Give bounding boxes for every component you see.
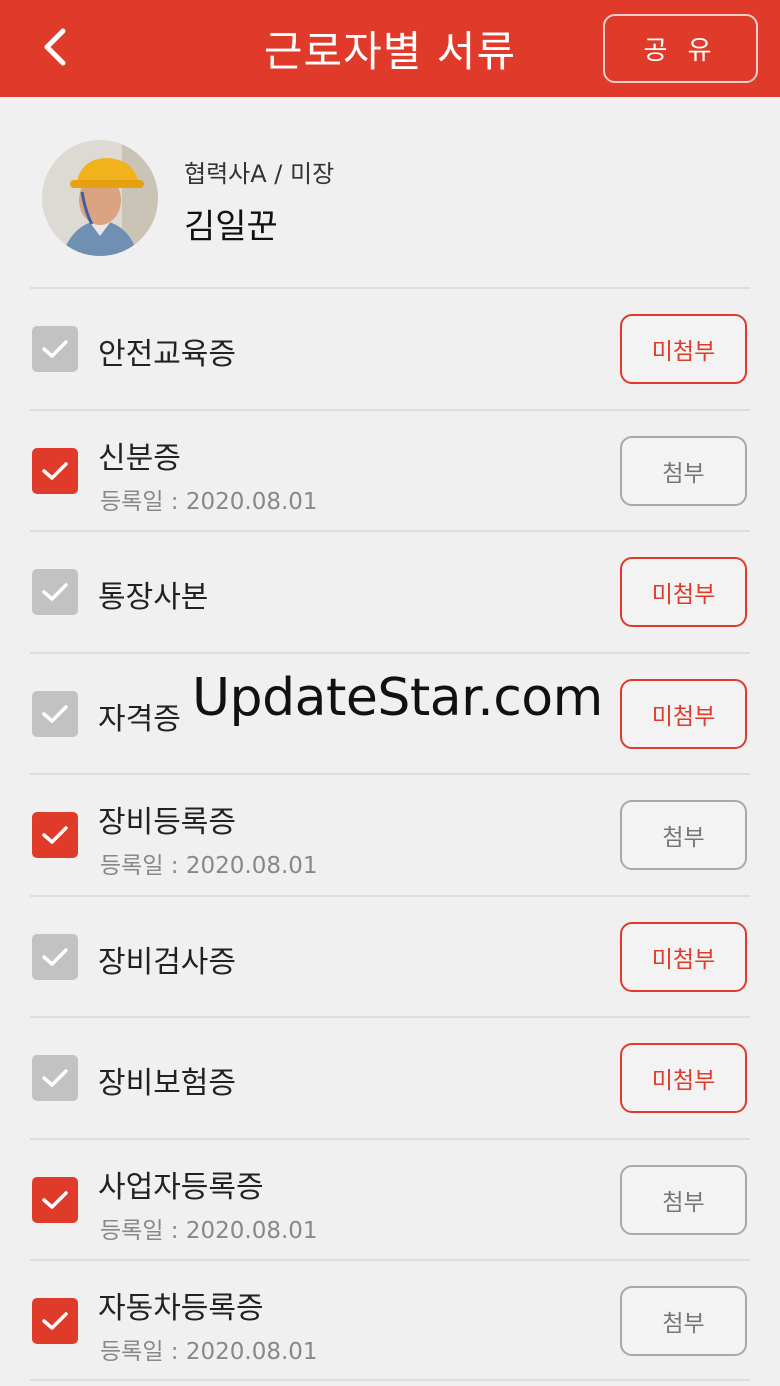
document-title: 장비등록증 xyxy=(98,805,236,840)
document-title: 장비보험증 xyxy=(98,1066,236,1101)
check-icon xyxy=(42,1312,68,1330)
worker-name: 김일꾼 xyxy=(184,207,278,247)
document-title: 사업자등록증 xyxy=(98,1169,264,1205)
document-checkbox[interactable] xyxy=(32,690,78,737)
list-item: 자동차등록증 등록일 : 2020.08.01 첨부 xyxy=(0,1259,780,1381)
list-item: 통장사본 미첨부 xyxy=(0,530,780,652)
document-title: 안전교육증 xyxy=(98,337,236,372)
list-item: 신분증 등록일 : 2020.08.01 첨부 xyxy=(0,408,780,531)
check-icon xyxy=(42,947,68,966)
document-checkbox[interactable] xyxy=(32,1055,78,1101)
check-icon xyxy=(42,1069,68,1087)
list-item: 장비검사증 미첨부 xyxy=(0,894,780,1017)
document-date: 등록일 : 2020.08.01 xyxy=(100,488,318,515)
attach-status-button[interactable]: 미첨부 xyxy=(620,921,747,992)
attach-status-button[interactable]: 첨부 xyxy=(620,1164,747,1235)
document-date: 등록일 : 2020.08.01 xyxy=(100,1217,318,1244)
avatar xyxy=(42,140,158,256)
document-checkbox[interactable] xyxy=(32,933,78,980)
check-icon xyxy=(42,461,68,480)
document-checkbox[interactable] xyxy=(32,569,78,615)
worker-org-role: 협력사A / 미장 xyxy=(184,160,335,188)
chevron-left-icon xyxy=(44,28,66,66)
attach-status-button[interactable]: 미첨부 xyxy=(620,314,747,384)
attach-status-button[interactable]: 첨부 xyxy=(620,800,747,870)
document-title: 통장사본 xyxy=(98,580,209,615)
document-date: 등록일 : 2020.08.01 xyxy=(100,853,318,879)
attach-status-button[interactable]: 미첨부 xyxy=(620,678,747,749)
document-checkbox[interactable] xyxy=(32,1176,78,1223)
worker-profile: 협력사A / 미장 김일꾼 xyxy=(0,98,780,288)
app-header: 근로자별 서류 공 유 xyxy=(0,0,780,97)
attach-status-button[interactable]: 첨부 xyxy=(620,435,747,506)
watermark-text: UpdateStar.com xyxy=(192,668,603,728)
document-checkbox[interactable] xyxy=(32,812,78,858)
check-icon xyxy=(42,1190,68,1209)
back-button[interactable] xyxy=(30,22,80,72)
list-item: 사업자등록증 등록일 : 2020.08.01 첨부 xyxy=(0,1137,780,1260)
document-checkbox[interactable] xyxy=(32,326,78,372)
list-item: 안전교육증 미첨부 xyxy=(0,287,780,409)
document-title: 신분증 xyxy=(98,440,181,476)
check-icon xyxy=(42,704,68,723)
document-date: 등록일 : 2020.08.01 xyxy=(100,1339,318,1365)
document-title: 자동차등록증 xyxy=(98,1291,264,1326)
list-item: 장비보험증 미첨부 xyxy=(0,1016,780,1138)
check-icon xyxy=(42,583,68,601)
list-item: 장비등록증 등록일 : 2020.08.01 첨부 xyxy=(0,773,780,895)
attach-status-button[interactable]: 미첨부 xyxy=(620,557,747,627)
check-icon xyxy=(42,826,68,844)
document-list: 안전교육증 미첨부 신분증 등록일 : 2020.08.01 첨부 통장사본 미… xyxy=(0,287,780,1381)
document-title: 장비검사증 xyxy=(98,944,236,980)
check-icon xyxy=(42,340,68,358)
document-title: 자격증 xyxy=(98,701,181,737)
document-checkbox[interactable] xyxy=(32,447,78,494)
worker-avatar-image xyxy=(42,140,158,256)
attach-status-button[interactable]: 첨부 xyxy=(620,1286,747,1356)
share-button[interactable]: 공 유 xyxy=(603,14,758,83)
document-checkbox[interactable] xyxy=(32,1298,78,1344)
attach-status-button[interactable]: 미첨부 xyxy=(620,1043,747,1113)
